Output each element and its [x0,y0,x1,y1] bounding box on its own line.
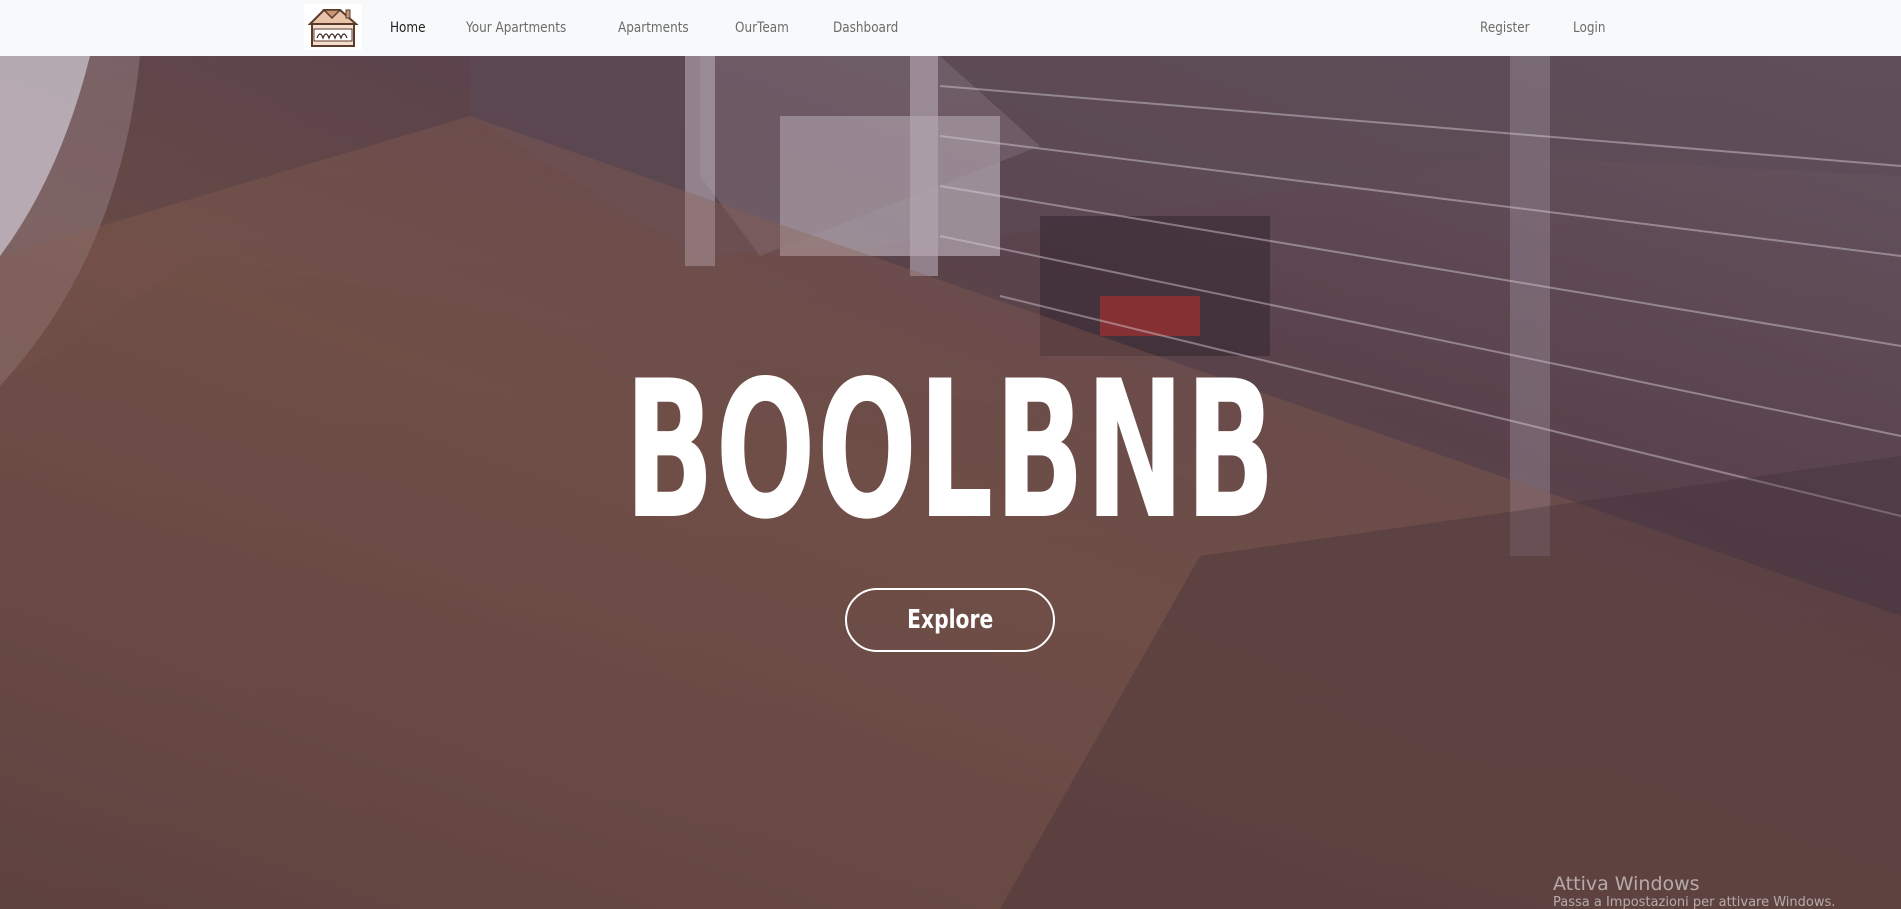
watermark-title: Attiva Windows [1553,873,1700,895]
nav-home-link[interactable]: Home [390,20,426,36]
primary-nav: Home Your Apartments Apartments OurTeam … [390,0,944,56]
hero-title: BOOLBNB [624,340,1277,561]
explore-button-label: Explore [906,605,994,635]
watermark-subtitle: Passa a Impostazioni per attivare Window… [1553,895,1836,909]
hero-section: BOOLBNB Explore [0,56,1901,909]
nav-ourteam-link[interactable]: OurTeam [735,20,789,36]
nav-register-link[interactable]: Register [1480,20,1530,36]
nav-dashboard-link[interactable]: Dashboard [833,20,898,36]
explore-button[interactable]: Explore [845,588,1055,652]
nav-apartments-link[interactable]: Apartments [618,20,689,36]
windows-activation-watermark: Attiva Windows Passa a Impostazioni per … [1553,873,1835,909]
nav-your-apartments-link[interactable]: Your Apartments [466,20,566,36]
house-logo-icon [304,4,362,50]
nav-login-link[interactable]: Login [1573,20,1605,36]
navbar: Home Your Apartments Apartments OurTeam … [0,0,1901,56]
logo[interactable] [304,4,362,50]
auth-nav: Register Login [1480,0,1645,56]
